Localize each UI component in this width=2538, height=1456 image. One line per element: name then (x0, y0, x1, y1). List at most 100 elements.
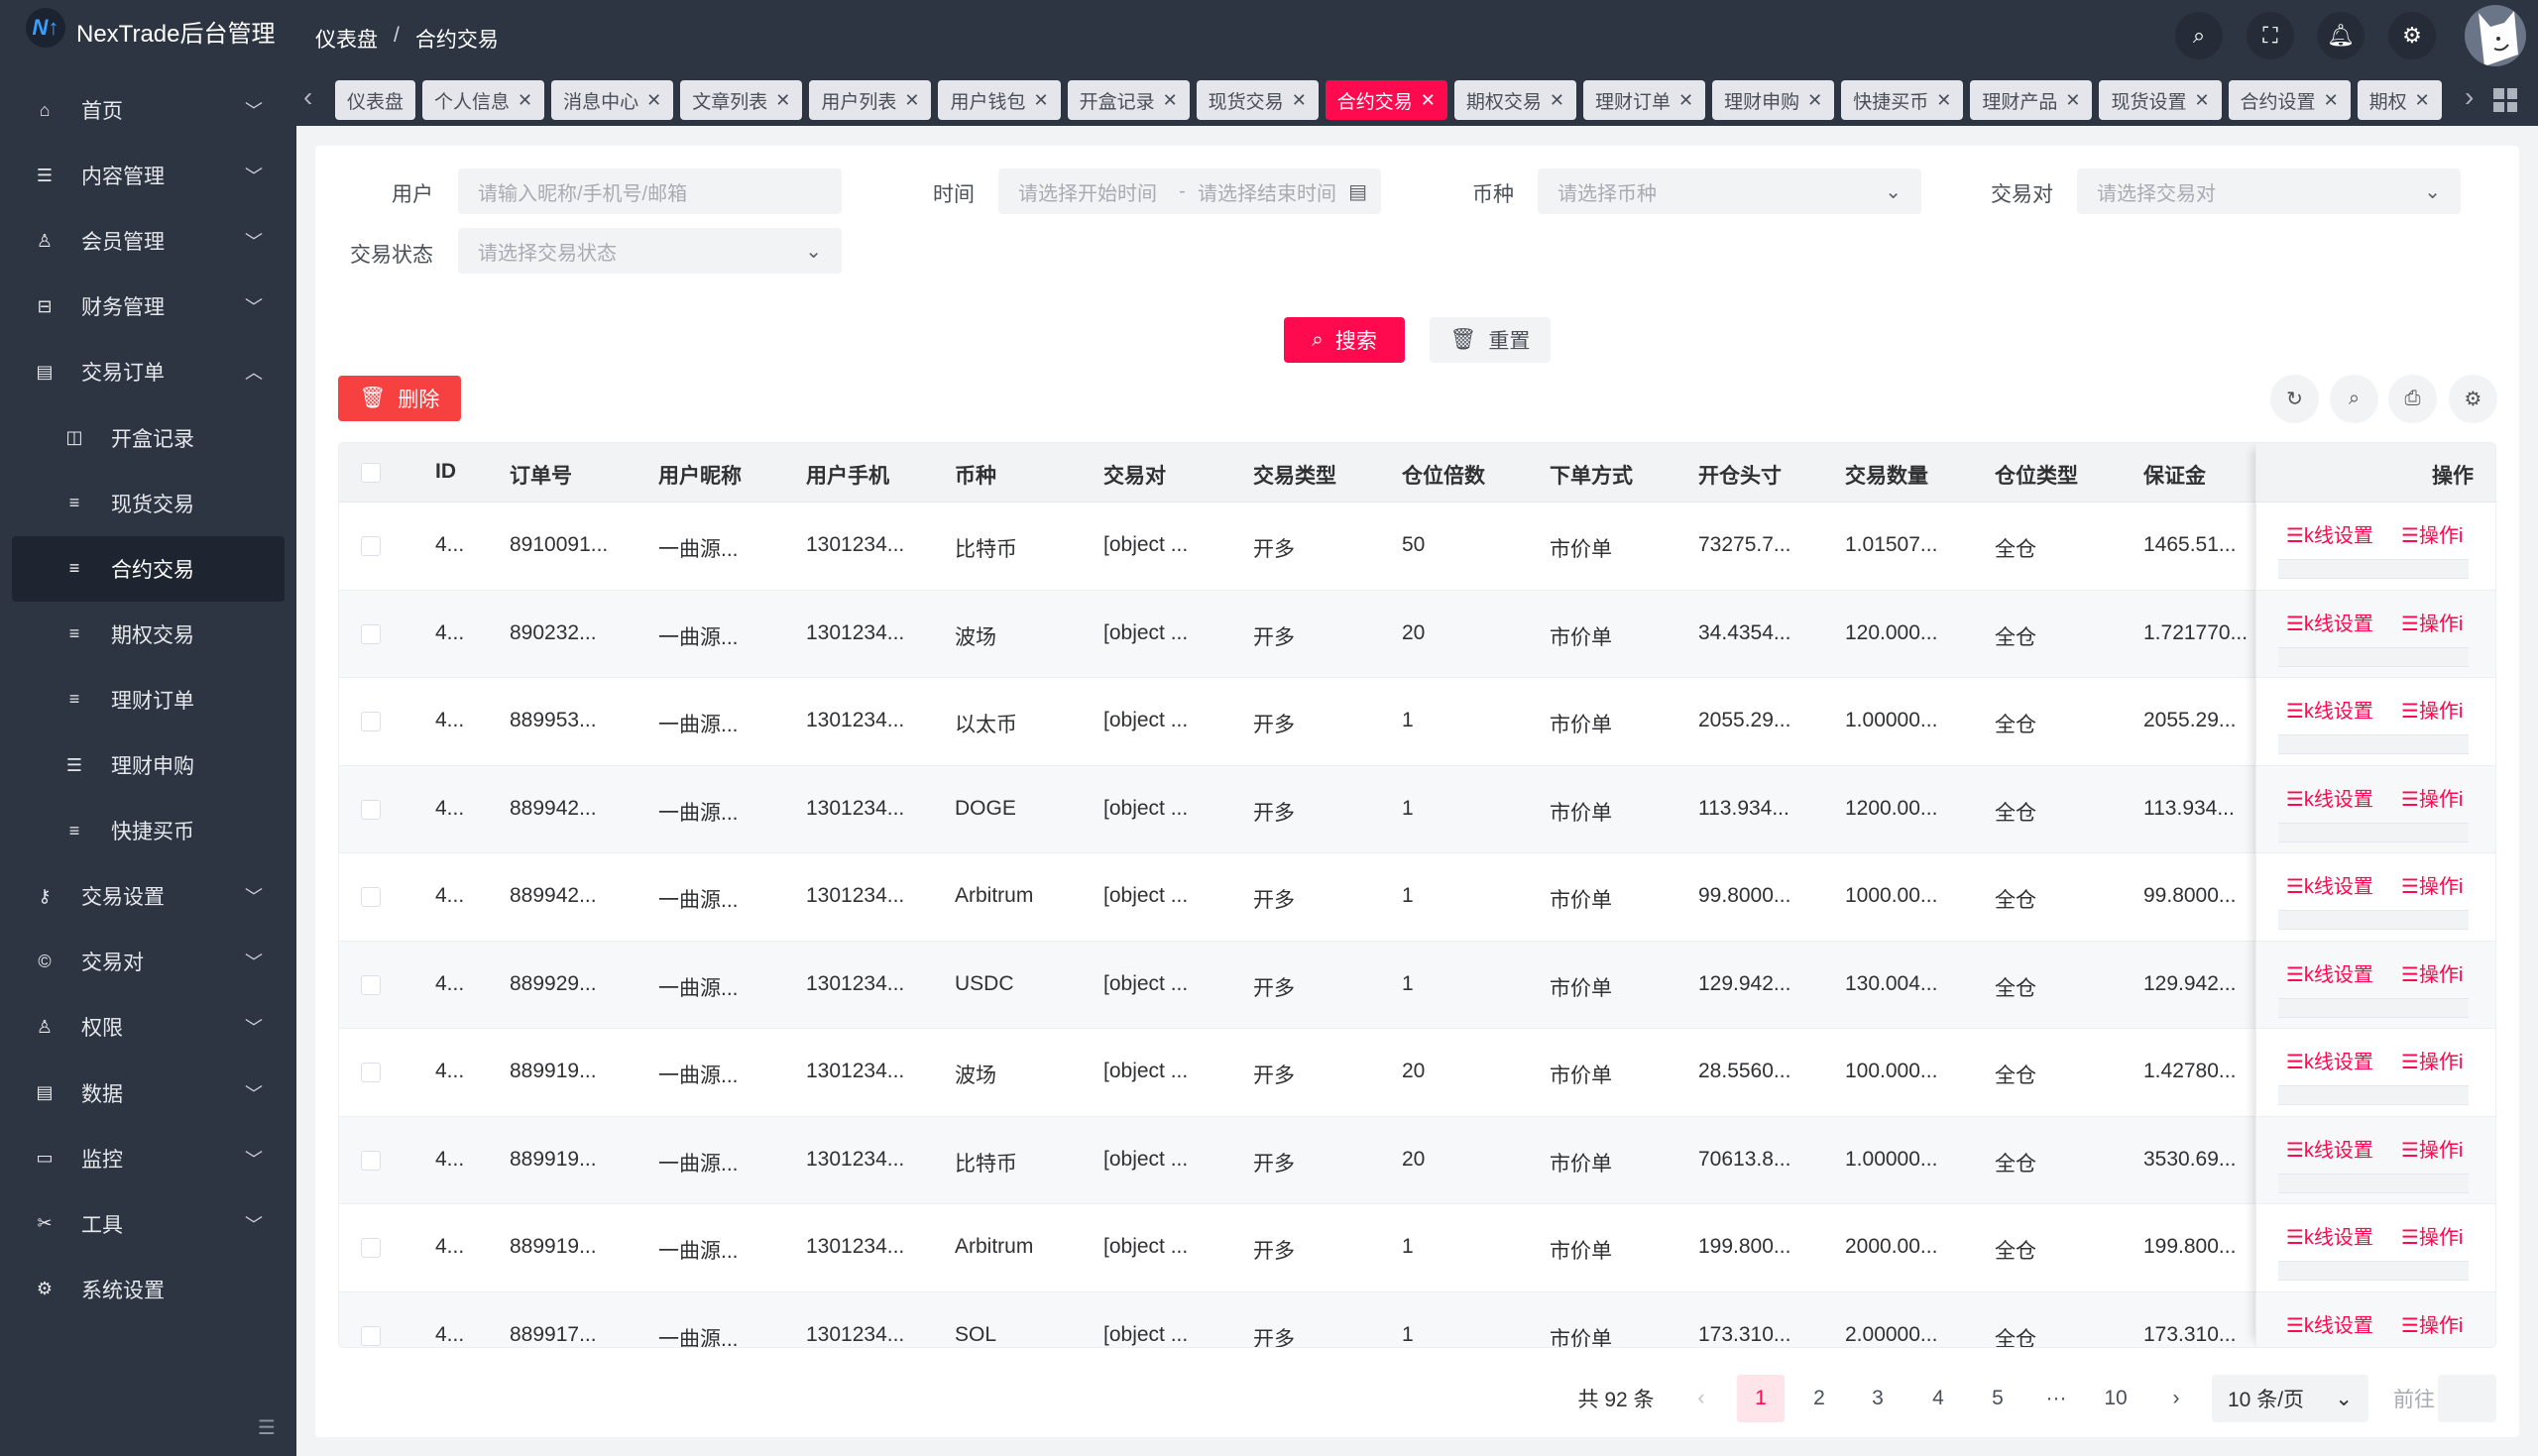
sidebar-item[interactable]: ≡ 期权交易 (12, 602, 285, 667)
table-row[interactable]: 4... 8910091... 一曲源... 1301234... 比特币 [object… (339, 503, 2495, 591)
sidebar-item[interactable]: ▭ 监控 ﹀ (12, 1126, 285, 1191)
kline-settings-link[interactable]: ☰k线设置 (2286, 608, 2373, 636)
gear-icon[interactable]: ⚙ (2388, 12, 2436, 59)
tab[interactable]: 快捷买币 ✕ (1841, 80, 1964, 120)
time-start-placeholder[interactable]: 请选择开始时间 (1018, 177, 1167, 206)
status-select[interactable]: 请选择交易状态 ⌄ (458, 228, 842, 274)
table-row[interactable]: 4... 889917... 一曲源... 1301234... SOL [object … (339, 1291, 2495, 1347)
tab[interactable]: 文章列表 ✕ (680, 80, 803, 120)
next-page-icon[interactable]: › (2160, 1375, 2192, 1422)
kline-settings-link[interactable]: ☰k线设置 (2286, 1134, 2373, 1163)
operation-link[interactable]: ☰操作i (2401, 1221, 2467, 1250)
page-4[interactable]: 4 (1914, 1375, 1962, 1422)
collapse-sidebar-icon[interactable]: ☰ (258, 1415, 276, 1440)
pair-select[interactable]: 请选择交易对 ⌄ (2077, 168, 2461, 214)
row-checkbox[interactable] (361, 974, 381, 995)
sidebar-item[interactable]: ⚷ 交易设置 ﹀ (12, 863, 285, 929)
bell-icon[interactable]: 🔔︎ (2317, 12, 2365, 59)
row-checkbox[interactable] (361, 1150, 381, 1171)
row-checkbox[interactable] (361, 1063, 381, 1082)
table-row[interactable]: 4... 889942... 一曲源... 1301234... Arbitrum [ob… (339, 853, 2495, 942)
sidebar-item[interactable]: © 交易对 ﹀ (12, 929, 285, 994)
sidebar-item[interactable]: ☰ 理财申购 (12, 732, 285, 798)
search-icon[interactable]: ⌕ (2175, 12, 2223, 59)
delete-button[interactable]: 🗑︎ 删除 (338, 376, 461, 421)
search-icon[interactable]: ⌕ (2330, 375, 2378, 423)
kline-settings-link[interactable]: ☰k线设置 (2286, 1309, 2373, 1338)
close-icon[interactable]: ✕ (646, 90, 661, 111)
prev-page-icon[interactable]: ‹ (1685, 1375, 1717, 1422)
goto-page-input[interactable] (2438, 1375, 2496, 1422)
time-end-placeholder[interactable]: 请选择结束时间 (1198, 177, 1336, 206)
close-icon[interactable]: ✕ (2194, 90, 2209, 111)
sidebar-item[interactable]: ≡ 合约交易 (12, 535, 285, 602)
sidebar-item[interactable]: ⊟ 财务管理 ﹀ (12, 274, 285, 339)
column-header[interactable]: 开仓头寸 (1686, 460, 1835, 490)
search-button[interactable]: ⌕ 搜索 (1284, 317, 1405, 363)
close-icon[interactable]: ✕ (1807, 90, 1822, 111)
time-range-input[interactable]: 请选择开始时间 - 请选择结束时间 ▤ (998, 168, 1381, 214)
column-header[interactable]: 仓位类型 (1983, 460, 2132, 490)
column-header[interactable]: 交易类型 (1241, 460, 1390, 490)
page-3[interactable]: 3 (1854, 1375, 1902, 1422)
gear-icon[interactable]: ⚙ (2449, 375, 2497, 423)
column-header[interactable]: 币种 (943, 460, 1092, 490)
sidebar-item[interactable]: ▤ 数据 ﹀ (12, 1061, 285, 1126)
page-2[interactable]: 2 (1795, 1375, 1843, 1422)
operation-link[interactable]: ☰操作i (2401, 958, 2467, 987)
page-5[interactable]: 5 (1974, 1375, 2021, 1422)
operation-link[interactable]: ☰操作i (2401, 1309, 2467, 1338)
close-icon[interactable]: ✕ (2415, 90, 2430, 111)
operation-link[interactable]: ☰操作i (2401, 1046, 2467, 1074)
sidebar-item[interactable]: ♙ 会员管理 ﹀ (12, 208, 285, 274)
tabs-scroll-right-icon[interactable]: › (2465, 81, 2474, 113)
table-row[interactable]: 4... 890232... 一曲源... 1301234... 波场 [object .… (339, 590, 2495, 678)
page-ellipsis[interactable]: ··· (2032, 1375, 2080, 1422)
row-checkbox[interactable] (361, 536, 381, 556)
tab[interactable]: 合约设置 ✕ (2228, 80, 2351, 120)
table-row[interactable]: 4... 889953... 一曲源... 1301234... 以太币 [object … (339, 678, 2495, 766)
row-checkbox[interactable] (361, 799, 381, 820)
kline-settings-link[interactable]: ☰k线设置 (2286, 695, 2373, 724)
tab[interactable]: 仪表盘 (335, 80, 416, 120)
tab[interactable]: 用户钱包 ✕ (938, 80, 1061, 120)
sidebar-item[interactable]: ✂ 工具 ﹀ (12, 1191, 285, 1257)
kline-settings-link[interactable]: ☰k线设置 (2286, 870, 2373, 899)
sidebar-item[interactable]: ≡ 快捷买币 (12, 798, 285, 863)
page-10[interactable]: 10 (2092, 1375, 2139, 1422)
column-header[interactable]: 用户昵称 (646, 460, 795, 490)
tabs-scroll-left-icon[interactable]: ‹ (303, 81, 312, 113)
tab[interactable]: 开盒记录 ✕ (1067, 80, 1190, 120)
tab[interactable]: 消息中心 ✕ (551, 80, 674, 120)
close-icon[interactable]: ✕ (1936, 90, 1951, 111)
close-icon[interactable]: ✕ (2065, 90, 2080, 111)
close-icon[interactable]: ✕ (2324, 90, 2339, 111)
select-all-checkbox[interactable] (361, 463, 381, 483)
grid-menu-icon[interactable] (2493, 88, 2517, 112)
tab[interactable]: 理财产品 ✕ (1970, 80, 2093, 120)
tab[interactable]: 理财订单 ✕ (1583, 80, 1706, 120)
table-row[interactable]: 4... 889929... 一曲源... 1301234... USDC [object… (339, 941, 2495, 1029)
row-checkbox[interactable] (361, 712, 381, 731)
kline-settings-link[interactable]: ☰k线设置 (2286, 519, 2373, 548)
column-header[interactable]: 下单方式 (1538, 460, 1686, 490)
tab[interactable]: 现货交易 ✕ (1196, 80, 1319, 120)
operation-link[interactable]: ☰操作i (2401, 695, 2467, 724)
column-header[interactable]: 交易对 (1092, 460, 1240, 490)
print-icon[interactable]: ⎙ (2388, 375, 2437, 423)
refresh-icon[interactable]: ↻ (2270, 375, 2319, 423)
reset-button[interactable]: 🗑︎ 重置 (1430, 317, 1551, 363)
close-icon[interactable]: ✕ (518, 90, 532, 111)
operation-link[interactable]: ☰操作i (2401, 870, 2467, 899)
tab[interactable]: 合约交易 ✕ (1325, 80, 1447, 120)
operation-link[interactable]: ☰操作i (2401, 783, 2467, 812)
coin-select[interactable]: 请选择币种 ⌄ (1538, 168, 1921, 214)
sidebar-item[interactable]: ≡ 理财订单 (12, 667, 285, 732)
page-size-select[interactable]: 10 条/页 ⌄ (2212, 1375, 2368, 1422)
row-checkbox[interactable] (361, 1238, 381, 1258)
table-row[interactable]: 4... 889919... 一曲源... 1301234... Arbitrum [ob… (339, 1204, 2495, 1292)
close-icon[interactable]: ✕ (1033, 90, 1048, 111)
kline-settings-link[interactable]: ☰k线设置 (2286, 958, 2373, 987)
column-header[interactable]: 交易数量 (1833, 460, 1982, 490)
tab[interactable]: 用户列表 ✕ (809, 80, 932, 120)
